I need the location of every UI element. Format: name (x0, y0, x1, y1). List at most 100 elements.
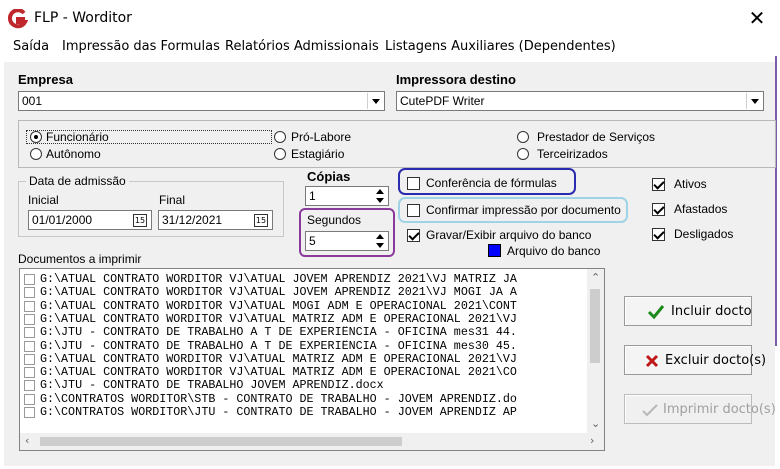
radio-autonomo[interactable] (30, 148, 42, 160)
vertical-scrollbar[interactable]: ⌃ ⌄ (587, 269, 604, 433)
impressora-value: CutePDF Writer (400, 94, 485, 108)
copias-stepper[interactable]: 1 (305, 186, 389, 206)
gravar-checkbox[interactable] (407, 229, 420, 242)
list-item-label: G:\ATUAL CONTRATO WORDITOR VJ\ATUAL JOVE… (40, 273, 517, 286)
radio-terceirizados[interactable] (517, 148, 529, 160)
list-item-checkbox[interactable] (24, 353, 35, 365)
imprimir-button-label: Imprimir docto(s) (663, 402, 776, 417)
list-item-checkbox[interactable] (24, 407, 35, 418)
list-item-checkbox[interactable] (24, 327, 35, 339)
segundos-stepper[interactable]: 5 (305, 231, 389, 251)
scroll-up-icon[interactable]: ⌃ (591, 271, 600, 284)
docs-list[interactable]: G:\ATUAL CONTRATO WORDITOR VJ\ATUAL JOVE… (19, 268, 605, 451)
window-title: FLP - Worditor (34, 10, 132, 26)
list-item[interactable]: G:\ATUAL CONTRATO WORDITOR VJ\ATUAL MOGI… (20, 300, 588, 313)
list-item[interactable]: G:\ATUAL CONTRATO WORDITOR VJ\ATUAL JOVE… (20, 273, 588, 286)
spin-up-icon[interactable] (373, 188, 387, 196)
inicial-date-field[interactable]: 01/01/2000 15 (28, 210, 152, 230)
chevron-down-icon[interactable] (746, 93, 762, 109)
close-icon[interactable]: ✕ (744, 5, 770, 31)
empresa-select[interactable]: 001 (18, 91, 385, 111)
horizontal-scrollbar[interactable]: ‹ › (20, 433, 604, 450)
list-item-checkbox[interactable] (24, 367, 35, 379)
radio-prestador[interactable] (517, 131, 529, 143)
conferencia-label: Conferência de fórmulas (426, 176, 557, 190)
radio-funcionario-label: Funcionário (46, 130, 109, 144)
desligados-checkbox[interactable] (652, 228, 665, 241)
list-item[interactable]: G:\ATUAL CONTRATO WORDITOR VJ\ATUAL MATR… (20, 353, 588, 366)
scroll-left-icon[interactable]: ‹ (25, 434, 29, 447)
list-item[interactable]: G:\JTU - CONTRATO DE TRABALHO A T DE EXP… (20, 326, 588, 339)
list-item-label: G:\ATUAL CONTRATO WORDITOR VJ\ATUAL MATR… (40, 312, 517, 326)
incluir-button[interactable]: Incluir docto (624, 296, 752, 326)
list-item[interactable]: G:\ATUAL CONTRATO WORDITOR VJ\ATUAL JOVE… (20, 286, 588, 299)
list-item-label: G:\ATUAL CONTRATO WORDITOR VJ\ATUAL JOVE… (40, 286, 517, 300)
impressora-select[interactable]: CutePDF Writer (396, 91, 764, 111)
desligados-label: Desligados (674, 227, 734, 241)
radio-pro-labore-label: Pró-Labore (291, 130, 352, 144)
radio-estagiario[interactable] (274, 148, 286, 160)
check-icon (647, 305, 665, 320)
impressora-label: Impressora destino (396, 72, 516, 87)
list-item[interactable]: G:\CONTRATOS WORDITOR\STB - CONTRATO DE … (20, 393, 588, 406)
list-item[interactable]: G:\ATUAL CONTRATO WORDITOR VJ\ATUAL MATR… (20, 313, 588, 326)
final-date-field[interactable]: 31/12/2021 15 (158, 210, 273, 230)
tipo-group (18, 120, 776, 168)
segundos-label: Segundos (307, 213, 362, 227)
excluir-button-label: Excluir docto(s) (665, 353, 767, 368)
afastados-checkbox[interactable] (652, 203, 665, 216)
ativos-checkbox[interactable] (652, 178, 665, 191)
list-item-label: G:\ATUAL CONTRATO WORDITOR VJ\ATUAL MOGI… (40, 299, 517, 313)
list-item[interactable]: G:\ATUAL CONTRATO WORDITOR VJ\ATUAL MATR… (20, 366, 588, 379)
arquivo-color-swatch[interactable] (488, 244, 501, 257)
calendar-icon[interactable]: 15 (133, 214, 147, 227)
list-item-checkbox[interactable] (24, 274, 35, 285)
incluir-button-label: Incluir docto (671, 304, 752, 319)
radio-pro-labore[interactable] (274, 131, 286, 143)
copias-value: 1 (309, 189, 316, 203)
radio-estagiario-label: Estagiário (291, 147, 345, 161)
scroll-down-icon[interactable]: ⌄ (591, 417, 600, 430)
excluir-button[interactable]: Excluir docto(s) (624, 345, 766, 375)
confirmar-checkbox[interactable] (407, 204, 420, 217)
list-item-label: G:\CONTRATOS WORDITOR\JTU - CONTRATO DE … (40, 406, 517, 419)
list-item-checkbox[interactable] (24, 393, 35, 405)
scroll-thumb[interactable] (590, 289, 600, 363)
radio-prestador-label: Prestador de Serviços (537, 130, 656, 144)
inicial-date-value: 01/01/2000 (32, 213, 93, 227)
list-item[interactable]: G:\JTU - CONTRATO DE TRABALHO JOVEM APRE… (20, 379, 588, 392)
app-logo-icon (8, 9, 28, 29)
list-item-checkbox[interactable] (24, 313, 35, 325)
copias-label: Cópias (307, 169, 351, 184)
list-item-checkbox[interactable] (24, 380, 35, 392)
menu-relatorios-admissionais[interactable]: Relatórios Admissionais (225, 39, 379, 54)
list-item-label: G:\ATUAL CONTRATO WORDITOR VJ\ATUAL MATR… (40, 352, 517, 366)
calendar-icon[interactable]: 15 (254, 214, 268, 227)
segundos-spin[interactable] (373, 233, 387, 249)
final-date-value: 31/12/2021 (162, 213, 223, 227)
radio-terceirizados-label: Terceirizados (537, 147, 608, 161)
spin-down-icon[interactable] (373, 196, 387, 204)
conferencia-checkbox[interactable] (407, 177, 420, 190)
print-icon (642, 404, 658, 417)
list-item-label: G:\CONTRATOS WORDITOR\STB - CONTRATO DE … (40, 392, 517, 406)
ativos-label: Ativos (674, 177, 707, 191)
list-item[interactable]: G:\CONTRATOS WORDITOR\JTU - CONTRATO DE … (20, 406, 588, 419)
imprimir-button[interactable]: Imprimir docto(s) (624, 394, 776, 424)
scroll-right-icon[interactable]: › (590, 434, 594, 447)
delete-x-icon (645, 354, 659, 368)
scroll-thumb[interactable] (40, 437, 402, 446)
list-item[interactable]: G:\JTU - CONTRATO DE TRABALHO A T DE EXP… (20, 340, 588, 353)
chevron-down-icon[interactable] (367, 93, 383, 109)
list-item-checkbox[interactable] (24, 287, 35, 299)
list-item-checkbox[interactable] (24, 300, 35, 312)
confirmar-label: Confirmar impressão por documento (426, 203, 621, 217)
copias-spin[interactable] (373, 188, 387, 204)
radio-funcionario[interactable] (30, 131, 42, 143)
spin-down-icon[interactable] (373, 241, 387, 249)
menu-saida[interactable]: Saída (13, 39, 49, 54)
menu-listagens-auxiliares[interactable]: Listagens Auxiliares (Dependentes) (385, 39, 616, 54)
spin-up-icon[interactable] (373, 233, 387, 241)
list-item-checkbox[interactable] (24, 340, 35, 352)
menu-impressao-formulas[interactable]: Impressão das Formulas (62, 39, 220, 54)
